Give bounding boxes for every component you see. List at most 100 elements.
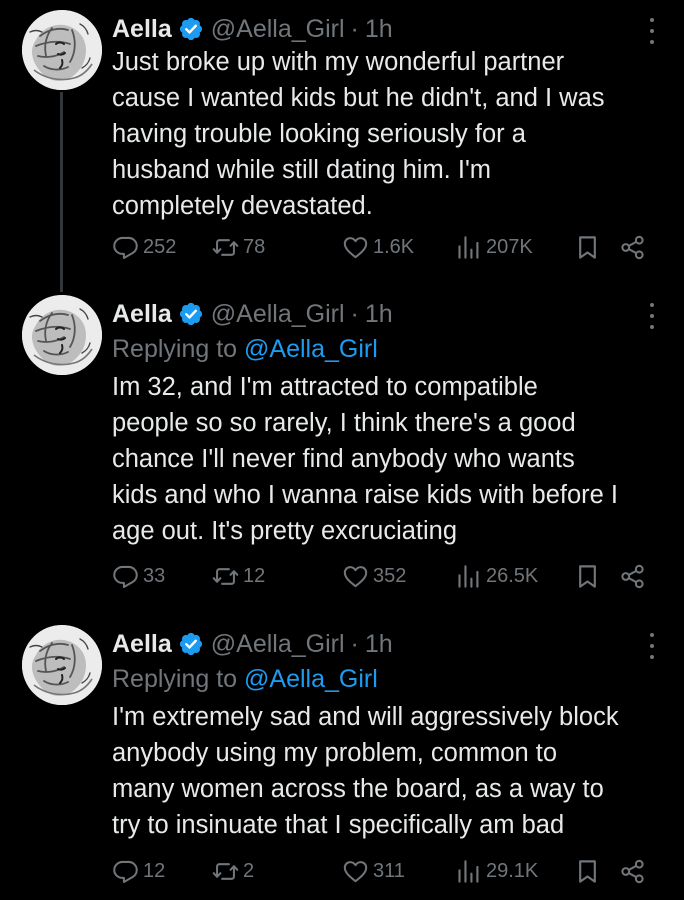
replying-to-label: Replying to bbox=[112, 665, 245, 693]
avatar[interactable] bbox=[22, 10, 102, 90]
tweet-line: many women across the board, as a way to bbox=[112, 775, 604, 803]
like-button[interactable]: 352 bbox=[342, 561, 406, 591]
replies-count: 252 bbox=[143, 235, 177, 258]
tweet-line: anybody using my problem, common to bbox=[112, 739, 558, 767]
separator-dot: · bbox=[350, 629, 359, 658]
tweet-line: chance I'll never find anybody who wants bbox=[112, 445, 575, 473]
separator-dot: · bbox=[350, 299, 359, 328]
tweet-line: completely devastated. bbox=[112, 192, 373, 220]
repost-icon bbox=[212, 234, 239, 261]
views-button[interactable]: 207K bbox=[455, 232, 533, 262]
more-icon[interactable] bbox=[648, 633, 656, 659]
tweet-line: try to insinuate that I specifically am … bbox=[112, 811, 565, 839]
views-icon bbox=[455, 563, 482, 590]
tweet-header: Aella @Aella_Girl · 1h bbox=[112, 297, 393, 331]
bookmark-icon bbox=[574, 858, 601, 885]
tweet-text: Just broke up with my wonderful partner … bbox=[112, 44, 662, 224]
bookmark-icon bbox=[574, 563, 601, 590]
replying-to-mention[interactable]: @Aella_Girl bbox=[244, 335, 378, 363]
separator-dot: · bbox=[350, 14, 359, 43]
verified-badge-icon bbox=[178, 301, 204, 327]
tweet-line: kids and who I wanna raise kids with bef… bbox=[112, 481, 619, 509]
author-name[interactable]: Aella bbox=[112, 630, 172, 659]
repost-icon bbox=[212, 563, 239, 590]
author-handle[interactable]: @Aella_Girl bbox=[211, 630, 345, 659]
replies-count: 12 bbox=[143, 859, 166, 882]
tweet-line: Just broke up with my wonderful partner bbox=[112, 48, 565, 76]
bookmark-icon bbox=[574, 234, 601, 261]
tweet-text: Im 32, and I'm attracted to compatible p… bbox=[112, 369, 662, 549]
repost-button[interactable]: 2 bbox=[212, 856, 254, 886]
tweet-text: I'm extremely sad and will aggressively … bbox=[112, 699, 662, 843]
action-bar: 12 2 311 29.1K bbox=[112, 856, 657, 886]
tweet-line: husband while still dating him. I'm bbox=[112, 156, 492, 184]
like-button[interactable]: 311 bbox=[342, 856, 405, 886]
replying-to-mention[interactable]: @Aella_Girl bbox=[244, 665, 378, 693]
reply-icon bbox=[112, 858, 139, 885]
tweet-line: cause I wanted kids but he didn't, and I… bbox=[112, 84, 605, 112]
views-count: 29.1K bbox=[486, 859, 539, 882]
more-icon[interactable] bbox=[648, 303, 656, 329]
tweet-line: age out. It's pretty excruciating bbox=[112, 517, 458, 545]
tweet-header: Aella @Aella_Girl · 1h bbox=[112, 627, 393, 661]
avatar[interactable] bbox=[22, 625, 102, 705]
replying-to: Replying to @Aella_Girl bbox=[112, 665, 378, 694]
repost-icon bbox=[212, 858, 239, 885]
replying-to: Replying to @Aella_Girl bbox=[112, 335, 378, 364]
tweet-line: having trouble looking seriously for a bbox=[112, 120, 526, 148]
reply-button[interactable]: 33 bbox=[112, 561, 165, 591]
reply-icon bbox=[112, 234, 139, 261]
tweet-line: Im 32, and I'm attracted to compatible bbox=[112, 373, 538, 401]
views-count: 207K bbox=[486, 235, 533, 258]
thread-connector-line bbox=[60, 92, 63, 292]
likes-count: 1.6K bbox=[373, 235, 415, 258]
views-button[interactable]: 29.1K bbox=[455, 856, 538, 886]
share-button[interactable] bbox=[619, 856, 646, 886]
action-bar: 252 78 1.6K 207K bbox=[112, 232, 657, 262]
author-name[interactable]: Aella bbox=[112, 15, 172, 44]
views-count: 26.5K bbox=[486, 564, 539, 587]
reply-button[interactable]: 252 bbox=[112, 232, 176, 262]
views-button[interactable]: 26.5K bbox=[455, 561, 538, 591]
share-icon bbox=[619, 858, 646, 885]
timestamp[interactable]: 1h bbox=[365, 630, 393, 659]
timestamp[interactable]: 1h bbox=[365, 300, 393, 329]
like-button[interactable]: 1.6K bbox=[342, 232, 414, 262]
reply-icon bbox=[112, 563, 139, 590]
reposts-count: 2 bbox=[243, 859, 255, 882]
replying-to-label: Replying to bbox=[112, 335, 245, 363]
share-button[interactable] bbox=[619, 561, 646, 591]
views-icon bbox=[455, 858, 482, 885]
timestamp[interactable]: 1h bbox=[365, 15, 393, 44]
like-icon bbox=[342, 563, 369, 590]
bookmark-button[interactable] bbox=[574, 856, 601, 886]
reply-button[interactable]: 12 bbox=[112, 856, 165, 886]
avatar[interactable] bbox=[22, 295, 102, 375]
views-icon bbox=[455, 234, 482, 261]
author-handle[interactable]: @Aella_Girl bbox=[211, 300, 345, 329]
like-icon bbox=[342, 858, 369, 885]
bookmark-button[interactable] bbox=[574, 232, 601, 262]
verified-badge-icon bbox=[178, 16, 204, 42]
author-name[interactable]: Aella bbox=[112, 300, 172, 329]
author-handle[interactable]: @Aella_Girl bbox=[211, 15, 345, 44]
replies-count: 33 bbox=[143, 564, 166, 587]
like-icon bbox=[342, 234, 369, 261]
action-bar: 33 12 352 26.5K bbox=[112, 561, 657, 591]
bookmark-button[interactable] bbox=[574, 561, 601, 591]
likes-count: 352 bbox=[373, 564, 407, 587]
reposts-count: 12 bbox=[243, 564, 266, 587]
verified-badge-icon bbox=[178, 631, 204, 657]
repost-button[interactable]: 78 bbox=[212, 232, 265, 262]
tweet-line: I'm extremely sad and will aggressively … bbox=[112, 703, 619, 731]
reposts-count: 78 bbox=[243, 235, 266, 258]
tweet-line: people so so rarely, I think there's a g… bbox=[112, 409, 576, 437]
share-icon bbox=[619, 234, 646, 261]
share-icon bbox=[619, 563, 646, 590]
more-icon[interactable] bbox=[648, 18, 656, 44]
tweet-header: Aella @Aella_Girl · 1h bbox=[112, 12, 393, 46]
thread: Aella @Aella_Girl · 1h Just broke up wit… bbox=[0, 0, 684, 900]
likes-count: 311 bbox=[373, 859, 405, 882]
repost-button[interactable]: 12 bbox=[212, 561, 265, 591]
share-button[interactable] bbox=[619, 232, 646, 262]
